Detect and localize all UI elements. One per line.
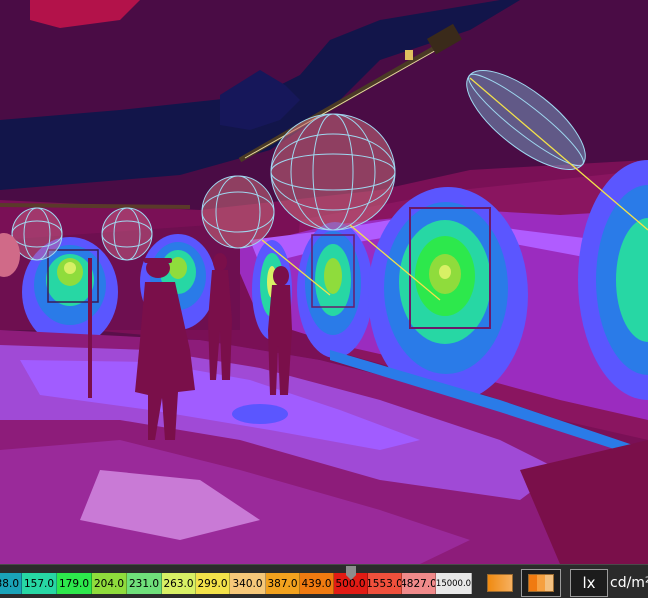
banded-gradient-button[interactable]: [521, 569, 561, 597]
legend-swatch: 138.0: [0, 573, 22, 594]
legend-swatch: 263.0: [162, 573, 196, 594]
legend-swatch: 231.0: [127, 573, 162, 594]
legend-swatch: 299.0: [196, 573, 230, 594]
lux-unit-button[interactable]: lx: [570, 569, 608, 597]
solid-gradient-icon: [487, 574, 513, 592]
false-color-scale: 138.0157.0179.0204.0231.0263.0299.0340.0…: [0, 573, 472, 594]
legend-swatch: 387.0: [266, 573, 300, 594]
legend-swatch: 4827.0: [402, 573, 436, 594]
legend-swatch: 439.0: [300, 573, 334, 594]
false-color-legend-bar: 138.0157.0179.0204.0231.0263.0299.0340.0…: [0, 564, 648, 598]
lux-label: lx: [582, 574, 596, 592]
legend-swatch: 340.0: [230, 573, 266, 594]
false-color-render-viewport[interactable]: [0, 0, 648, 564]
legend-swatch: 15000.0: [436, 573, 472, 594]
legend-swatch: 204.0: [92, 573, 127, 594]
luminance-unit-button[interactable]: cd/m²: [608, 569, 648, 597]
legend-swatch: 179.0: [57, 573, 92, 594]
legend-swatch: 1553.0: [368, 573, 402, 594]
solid-gradient-button[interactable]: [482, 569, 518, 597]
luminance-label: cd/m²: [610, 575, 648, 591]
banded-gradient-icon: [528, 574, 554, 592]
legend-swatch: 157.0: [22, 573, 57, 594]
